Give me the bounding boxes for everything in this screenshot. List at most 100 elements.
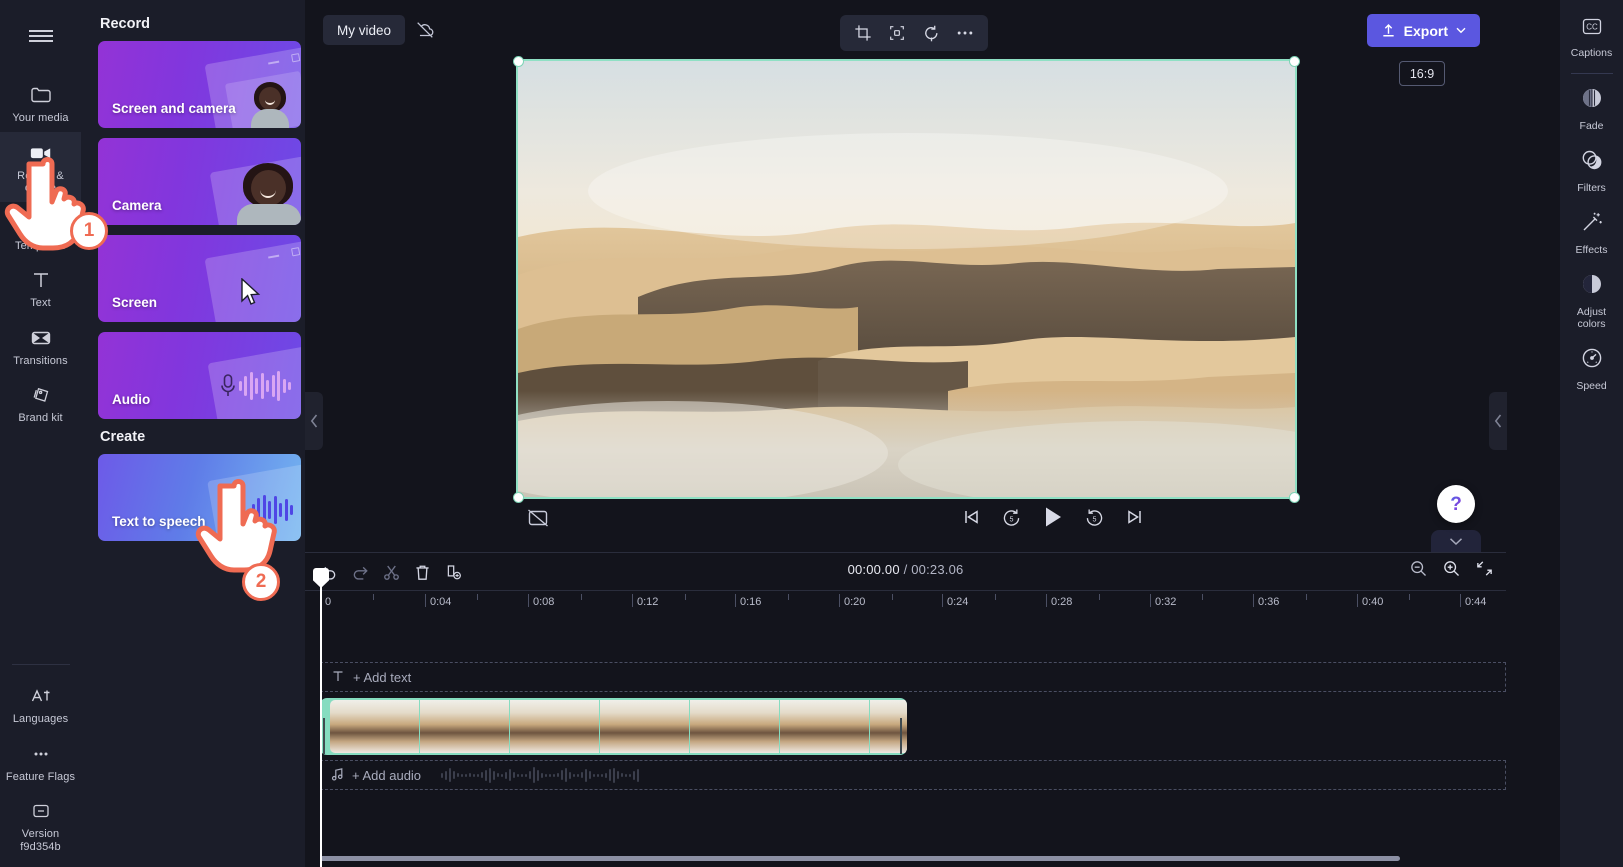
speech-waveform-art bbox=[251, 495, 293, 525]
forward-5-icon[interactable]: 5 bbox=[1084, 507, 1105, 528]
card-text-to-speech[interactable]: Text to speech bbox=[98, 454, 301, 541]
sidebar-item-brand-kit[interactable]: Brand kit bbox=[0, 374, 81, 432]
fit-timeline-icon[interactable] bbox=[1475, 559, 1494, 583]
resize-handle-top-left[interactable] bbox=[513, 56, 524, 67]
sidebar-label: Record & create bbox=[17, 169, 64, 195]
play-icon[interactable] bbox=[1042, 505, 1064, 529]
cloud-off-icon[interactable] bbox=[409, 15, 441, 45]
timeline-toolbar: 00:00.00 / 00:23.06 bbox=[305, 553, 1506, 589]
svg-text:CC: CC bbox=[1586, 23, 1598, 32]
fade-icon bbox=[1580, 86, 1604, 115]
video-clip[interactable] bbox=[320, 698, 907, 755]
right-item-label: Effects bbox=[1575, 244, 1608, 256]
languages-icon bbox=[29, 684, 53, 708]
collapse-timeline-button[interactable] bbox=[1431, 530, 1481, 552]
audio-track-add[interactable]: + Add audio bbox=[320, 760, 1506, 790]
window-minimize-glyph bbox=[268, 254, 280, 259]
resize-handle-bottom-left[interactable] bbox=[513, 492, 524, 503]
ruler-label: 0:08 bbox=[533, 596, 555, 608]
record-section-heading: Record bbox=[100, 16, 150, 32]
clip-thumbnail bbox=[690, 700, 779, 753]
sidebar-item-languages[interactable]: Languages bbox=[0, 675, 81, 733]
sidebar-item-text[interactable]: Text bbox=[0, 259, 81, 317]
sidebar-item-your-media[interactable]: Your media bbox=[0, 74, 81, 132]
ruler-label: 0:12 bbox=[637, 596, 659, 608]
collapse-right-panel-handle[interactable] bbox=[1489, 392, 1507, 450]
playhead[interactable] bbox=[313, 568, 329, 867]
sidebar-item-transitions[interactable]: Transitions bbox=[0, 317, 81, 375]
rewind-5-icon[interactable]: 5 bbox=[1001, 507, 1022, 528]
sidebar-label: Version f9d354b bbox=[20, 828, 61, 853]
resize-handle-top-right[interactable] bbox=[1289, 56, 1300, 67]
clip-thumbnail-strip bbox=[330, 700, 907, 753]
export-button[interactable]: Export bbox=[1366, 14, 1480, 47]
fit-to-frame-icon[interactable] bbox=[882, 19, 912, 47]
clip-trim-handle-left[interactable] bbox=[323, 717, 327, 754]
right-item-fade[interactable]: Fade bbox=[1560, 77, 1623, 139]
resize-handle-bottom-right[interactable] bbox=[1289, 492, 1300, 503]
clip-trim-handle-right[interactable] bbox=[900, 717, 904, 754]
svg-text:?: ? bbox=[1450, 494, 1462, 515]
person-thumbnail bbox=[247, 82, 293, 128]
project-title-chip[interactable]: My video bbox=[323, 15, 406, 45]
text-t-icon bbox=[331, 669, 345, 686]
skip-to-end-icon[interactable] bbox=[1125, 507, 1145, 527]
rail-divider bbox=[11, 664, 70, 665]
desert-dunes-image bbox=[518, 61, 1295, 497]
sidebar-label: Templates bbox=[14, 239, 67, 252]
text-track-add[interactable]: + Add text bbox=[320, 662, 1506, 692]
sidebar-item-version[interactable]: Version f9d354b bbox=[0, 790, 81, 867]
add-text-label: + Add text bbox=[353, 669, 412, 685]
skip-to-start-icon[interactable] bbox=[961, 507, 981, 527]
folder-icon bbox=[29, 83, 53, 107]
adjust-colors-icon bbox=[1580, 272, 1604, 301]
sidebar-item-templates[interactable]: Templates bbox=[0, 202, 81, 260]
timeline-horizontal-scrollbar[interactable] bbox=[320, 856, 1400, 861]
clip-thumbnail bbox=[600, 700, 689, 753]
sidebar-label: Brand kit bbox=[18, 412, 63, 424]
captions-off-icon[interactable] bbox=[526, 507, 550, 529]
zoom-in-icon[interactable] bbox=[1442, 559, 1461, 583]
crop-icon[interactable] bbox=[848, 19, 878, 47]
svg-text:5: 5 bbox=[1010, 515, 1014, 523]
sidebar-label: Feature Flags bbox=[5, 770, 76, 783]
right-item-filters[interactable]: Filters bbox=[1560, 139, 1623, 201]
clip-thumbnail bbox=[330, 700, 419, 753]
card-screen-and-camera[interactable]: Screen and camera bbox=[98, 41, 301, 128]
sidebar-item-record-and-create[interactable]: Record & create bbox=[0, 131, 81, 202]
card-audio[interactable]: Audio bbox=[98, 332, 301, 419]
right-item-label: Speed bbox=[1576, 380, 1607, 392]
speed-gauge-icon bbox=[1580, 346, 1604, 375]
more-options-icon[interactable] bbox=[950, 19, 980, 47]
card-screen[interactable]: Screen bbox=[98, 235, 301, 322]
ellipsis-icon bbox=[29, 742, 53, 766]
redo-icon[interactable] bbox=[347, 559, 373, 585]
help-button[interactable]: ? bbox=[1437, 485, 1475, 523]
sidebar-item-feature-flags[interactable]: Feature Flags bbox=[0, 733, 81, 791]
hamburger-icon[interactable] bbox=[21, 16, 61, 56]
ruler-label: 0:36 bbox=[1258, 596, 1280, 608]
stage-tools-toolbar bbox=[840, 15, 988, 51]
window-minimize-glyph bbox=[268, 60, 280, 65]
ruler-label: 0:20 bbox=[844, 596, 866, 608]
right-item-speed[interactable]: Speed bbox=[1560, 337, 1623, 399]
collapse-left-panel-handle[interactable] bbox=[305, 392, 323, 450]
svg-text:5: 5 bbox=[1093, 515, 1097, 523]
ruler-label: 0:24 bbox=[947, 596, 969, 608]
transport-controls: 5 5 bbox=[961, 505, 1145, 529]
timeline-ruler[interactable]: 0 0:04 0:08 0:12 0:16 0:20 0:24 0:28 0:3 bbox=[305, 590, 1506, 614]
right-item-effects[interactable]: Effects bbox=[1560, 201, 1623, 263]
timeline-zoom-controls bbox=[1409, 559, 1494, 583]
aspect-ratio-chip[interactable]: 16:9 bbox=[1399, 61, 1445, 86]
closed-captions-icon: CC bbox=[1580, 17, 1604, 42]
sidebar-label: Transitions bbox=[13, 354, 68, 367]
right-item-adjust-colors[interactable]: Adjust colors bbox=[1560, 263, 1623, 337]
split-scissors-icon[interactable] bbox=[378, 559, 404, 585]
video-preview[interactable] bbox=[516, 59, 1297, 499]
card-camera[interactable]: Camera bbox=[98, 138, 301, 225]
zoom-out-icon[interactable] bbox=[1409, 559, 1428, 583]
right-item-captions[interactable]: CC Captions bbox=[1560, 8, 1623, 66]
duplicate-icon[interactable] bbox=[440, 559, 466, 585]
delete-trash-icon[interactable] bbox=[409, 559, 435, 585]
rotate-icon[interactable] bbox=[916, 19, 946, 47]
